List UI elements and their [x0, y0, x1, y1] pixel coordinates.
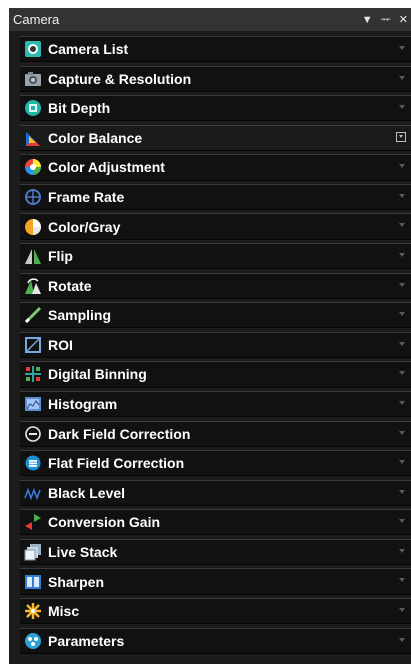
- roi-icon: [25, 336, 41, 353]
- section-label: Sharpen: [48, 573, 105, 590]
- section-label: Parameters: [48, 632, 125, 649]
- section-histogram[interactable]: Histogram: [20, 390, 411, 418]
- chevron-down-icon[interactable]: [399, 253, 405, 258]
- chevron-down-icon[interactable]: [399, 223, 405, 228]
- section-label: Camera List: [48, 41, 129, 58]
- chevron-down-icon[interactable]: [399, 460, 405, 465]
- frame-rate-icon: [25, 188, 41, 205]
- section-black-level[interactable]: Black Level: [20, 479, 411, 506]
- panel-title: Camera: [13, 12, 60, 27]
- section-label: Flip: [48, 248, 73, 265]
- dark-field-icon: [25, 425, 41, 442]
- section-label: Histogram: [48, 396, 118, 413]
- color-adjustment-icon: [25, 159, 41, 176]
- chevron-down-icon[interactable]: [399, 46, 405, 50]
- section-color-gray[interactable]: Color/Gray: [20, 213, 411, 240]
- section-misc[interactable]: Misc: [20, 597, 411, 625]
- section-label: Dark Field Correction: [48, 425, 191, 442]
- chevron-down-icon[interactable]: [399, 519, 405, 524]
- section-parameters[interactable]: Parameters: [20, 627, 411, 654]
- chevron-down-icon[interactable]: [399, 164, 405, 169]
- titlebar-buttons: ▼ ᅲ ✕: [362, 14, 411, 26]
- camera-panel: Camera ▼ ᅲ ✕ Camera List Capture & Resolu…: [9, 8, 411, 664]
- camera-list-icon: [25, 41, 41, 58]
- misc-icon: [25, 603, 41, 620]
- chevron-down-icon[interactable]: [399, 430, 405, 435]
- section-label: ROI: [48, 336, 73, 353]
- digital-binning-icon: [25, 366, 41, 383]
- chevron-down-icon[interactable]: [399, 489, 405, 494]
- chevron-down-icon[interactable]: [399, 371, 405, 376]
- chevron-down-icon[interactable]: [399, 75, 405, 80]
- chevron-down-icon[interactable]: [399, 282, 405, 287]
- section-bit-depth[interactable]: Bit Depth: [20, 95, 411, 122]
- section-capture[interactable]: Capture & Resolution: [20, 65, 411, 92]
- chevron-down-icon[interactable]: [399, 400, 405, 405]
- section-digital-binning[interactable]: Digital Binning: [20, 361, 411, 388]
- section-label: Color Balance: [48, 129, 143, 146]
- section-dark-field[interactable]: Dark Field Correction: [20, 420, 411, 447]
- section-rotate[interactable]: Rotate: [20, 272, 411, 299]
- section-label: Conversion Gain: [48, 514, 161, 531]
- section-label: Color Adjustment: [48, 159, 165, 176]
- flip-icon: [25, 249, 41, 265]
- section-label: Color/Gray: [48, 218, 121, 235]
- section-label: Digital Binning: [48, 366, 147, 383]
- section-label: Sampling: [48, 307, 112, 324]
- color-balance-icon: [26, 131, 40, 146]
- section-frame-rate[interactable]: Frame Rate: [20, 183, 411, 211]
- chevron-down-icon[interactable]: [399, 193, 405, 198]
- color-gray-icon: [25, 218, 41, 235]
- section-label: Black Level: [48, 484, 126, 501]
- parameters-icon: [25, 632, 41, 649]
- section-label: Live Stack: [48, 543, 118, 560]
- panel-titlebar: Camera ▼ ᅲ ✕: [9, 8, 411, 31]
- rotate-icon: [25, 278, 41, 294]
- chevron-down-icon[interactable]: [399, 312, 405, 317]
- section-sharpen[interactable]: Sharpen: [20, 568, 411, 595]
- chevron-down-icon[interactable]: [399, 341, 405, 346]
- chevron-down-icon[interactable]: [399, 548, 405, 553]
- panel-body: Camera List Capture & Resolution Bit Depth…: [9, 31, 411, 664]
- section-label: Misc: [48, 603, 80, 620]
- black-level-icon: [24, 487, 41, 501]
- chevron-down-icon[interactable]: [399, 607, 405, 612]
- chevron-down-icon[interactable]: [399, 105, 405, 110]
- sampling-icon: [24, 307, 42, 324]
- histogram-icon: [25, 397, 41, 412]
- dropdown-icon[interactable]: ▼: [362, 14, 373, 26]
- section-label: Rotate: [48, 277, 92, 294]
- section-flat-field[interactable]: Flat Field Correction: [20, 450, 411, 477]
- section-list: Camera List Capture & Resolution Bit Depth…: [20, 36, 411, 657]
- section-label: Capture & Resolution: [48, 70, 192, 87]
- capture-icon: [25, 71, 41, 86]
- flat-field-icon: [25, 455, 41, 471]
- section-color-balance[interactable]: Color Balance: [20, 124, 411, 151]
- section-live-stack[interactable]: Live Stack: [20, 538, 411, 566]
- sharpen-icon: [25, 574, 41, 589]
- pin-icon[interactable]: ᅲ: [381, 14, 391, 26]
- section-roi[interactable]: ROI: [20, 331, 411, 358]
- bit-depth-icon: [25, 100, 41, 117]
- section-label: Bit Depth: [48, 100, 111, 117]
- section-flip[interactable]: Flip: [20, 243, 411, 270]
- section-sampling[interactable]: Sampling: [20, 302, 411, 329]
- collapse-toggle-icon[interactable]: [396, 131, 406, 142]
- live-stack-icon: [24, 543, 41, 561]
- close-icon[interactable]: ✕: [399, 14, 408, 26]
- section-color-adjustment[interactable]: Color Adjustment: [20, 154, 411, 181]
- section-camera-list[interactable]: Camera List: [20, 36, 411, 63]
- conversion-gain-icon: [25, 514, 41, 531]
- chevron-down-icon[interactable]: [399, 578, 405, 583]
- section-label: Frame Rate: [48, 188, 125, 205]
- section-label: Flat Field Correction: [48, 455, 185, 472]
- section-conversion-gain[interactable]: Conversion Gain: [20, 509, 411, 536]
- chevron-down-icon[interactable]: [399, 637, 405, 642]
